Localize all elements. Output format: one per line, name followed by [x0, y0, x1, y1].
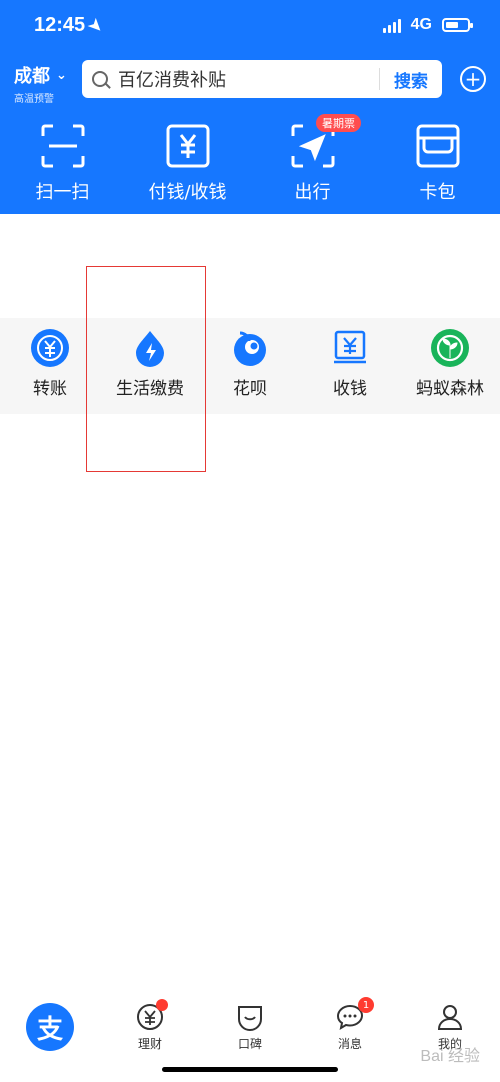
- city-name: 成都: [14, 66, 50, 87]
- city-warning: 高温预警: [14, 94, 54, 105]
- network-label: 4G: [410, 16, 432, 33]
- top-actions: 扫一扫 付钱/收钱 暑期票 出行 卡包: [0, 114, 500, 204]
- action-label: 扫一扫: [35, 182, 90, 203]
- action-label: 卡包: [419, 182, 456, 203]
- location-arrow-icon: ➤: [84, 15, 107, 38]
- home-indicator: [162, 1067, 338, 1072]
- shortcut-label: 收钱: [333, 379, 367, 399]
- highlight-box: [86, 266, 206, 472]
- shortcut-receive[interactable]: 收钱: [300, 328, 400, 399]
- tab-home[interactable]: 支: [0, 1003, 100, 1052]
- receive-icon: [334, 330, 366, 364]
- tab-label: 消息: [337, 1037, 362, 1051]
- shortcut-label: 转账: [33, 379, 67, 399]
- message-count-badge: 1: [358, 997, 374, 1013]
- shortcut-grid: 转账 生活缴费 花呗 收钱 蚂蚁森林: [0, 328, 500, 399]
- status-time: 12:45➤: [34, 14, 107, 38]
- alipay-home-icon: 支: [26, 1003, 74, 1051]
- tab-koubei[interactable]: 口碑: [200, 1003, 300, 1052]
- wealth-dot: [156, 999, 168, 1011]
- watermark: Bai 经验: [420, 1048, 480, 1065]
- action-travel[interactable]: 暑期票 出行: [250, 114, 375, 204]
- search-input[interactable]: 百亿消费补贴: [118, 66, 379, 92]
- action-cardbag[interactable]: 卡包: [375, 122, 500, 204]
- scan-icon: [41, 124, 84, 168]
- chevron-down-icon: ⌄: [56, 67, 67, 83]
- city-selector[interactable]: 成都 ⌄ 高温预警: [14, 62, 67, 105]
- tab-messages[interactable]: 1 消息: [300, 997, 400, 1052]
- action-label: 出行: [294, 182, 331, 203]
- koubei-icon: [238, 1006, 262, 1031]
- search-icon: [92, 71, 108, 87]
- forest-icon: [431, 329, 469, 367]
- status-right: 4G: [382, 16, 473, 34]
- battery-icon: [442, 18, 473, 32]
- summer-ticket-badge: 暑期票: [316, 114, 361, 132]
- top-header: 12:45➤ 4G 成都 ⌄ 高温预警 百亿消费补贴 搜索 + 扫一扫 付钱/收…: [0, 0, 500, 214]
- tab-wealth[interactable]: 理财: [100, 999, 200, 1052]
- signal-icon: [382, 17, 401, 33]
- action-pay[interactable]: 付钱/收钱: [125, 122, 250, 204]
- profile-icon: [437, 1005, 463, 1030]
- cardbag-icon: [416, 124, 459, 168]
- tab-label: 理财: [137, 1037, 162, 1051]
- action-scan[interactable]: 扫一扫: [0, 122, 125, 204]
- shortcut-huabei[interactable]: 花呗: [200, 328, 300, 399]
- tab-label: 口碑: [237, 1037, 262, 1051]
- action-label: 付钱/收钱: [148, 182, 227, 203]
- shortcut-label: 花呗: [233, 379, 267, 399]
- shortcut-transfer[interactable]: 转账: [0, 328, 100, 399]
- pay-icon: [166, 124, 209, 168]
- transfer-icon: [31, 329, 69, 367]
- shortcut-label: 蚂蚁森林: [416, 379, 484, 399]
- huabei-icon: [234, 331, 266, 366]
- search-bar[interactable]: 百亿消费补贴 搜索: [82, 60, 442, 98]
- shortcut-forest[interactable]: 蚂蚁森林: [400, 328, 500, 399]
- search-button[interactable]: 搜索: [380, 67, 442, 92]
- add-icon[interactable]: +: [460, 66, 486, 92]
